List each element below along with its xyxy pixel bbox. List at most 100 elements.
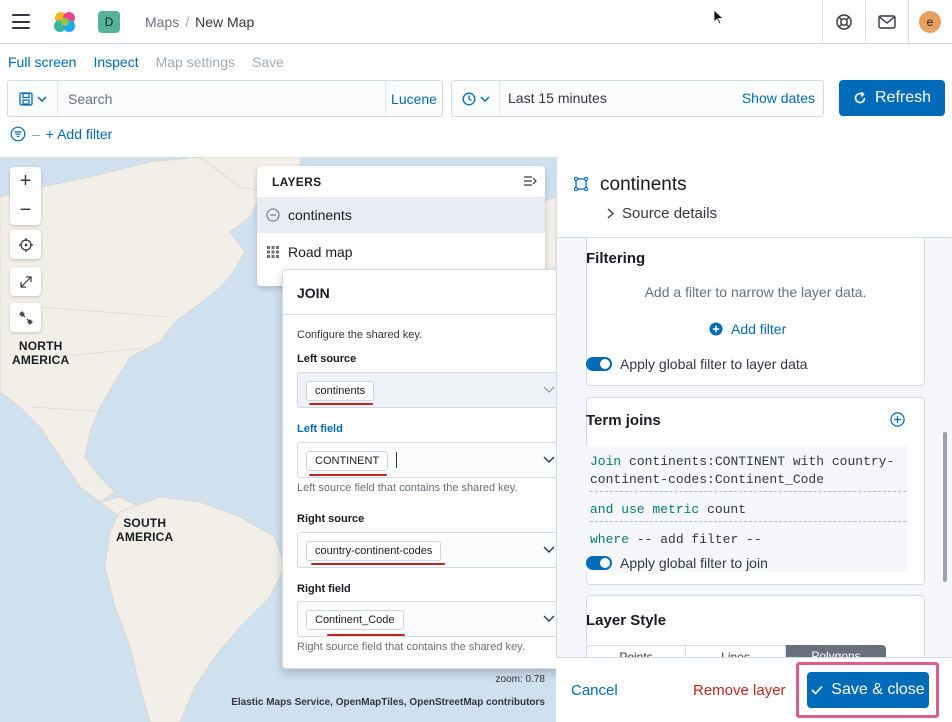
breadcrumb-separator: /: [185, 14, 190, 30]
right-source-label: Right source: [297, 513, 365, 525]
chevron-right-icon: [607, 208, 614, 219]
north-america-label: NORTH AMERICA: [12, 339, 70, 367]
where-value: -- add filter --: [636, 532, 762, 547]
chevron-down-icon: [543, 386, 555, 393]
elastic-logo-icon[interactable]: [52, 10, 78, 34]
date-picker: Last 15 minutes Show dates: [451, 80, 824, 117]
draw-tools-button[interactable]: [10, 303, 41, 332]
right-source-pill: country-continent-codes: [306, 541, 442, 561]
breadcrumb: Maps / New Map: [145, 14, 254, 30]
minus-circle-icon[interactable]: [266, 208, 280, 222]
south-america-label: SOUTH AMERICA: [116, 516, 174, 544]
filtering-help: Add a filter to narrow the layer data.: [644, 284, 867, 300]
grid-icon[interactable]: [266, 245, 280, 259]
global-filter-label: Apply global filter to layer data: [620, 356, 808, 372]
metric-value: count: [707, 502, 747, 517]
space-avatar[interactable]: D: [98, 11, 120, 33]
left-source-label: Left source: [297, 353, 357, 365]
inspect-link[interactable]: Inspect: [93, 54, 138, 70]
crosshair-icon: [18, 237, 33, 252]
where-line[interactable]: where -- add filter --: [590, 532, 762, 547]
layer-item-road-map[interactable]: Road map: [257, 234, 545, 270]
locate-control: [10, 230, 41, 259]
add-join-icon[interactable]: [890, 412, 905, 427]
zoom-out-button[interactable]: −: [10, 196, 41, 225]
remove-layer-button[interactable]: Remove layer: [693, 682, 786, 699]
saved-query-button[interactable]: [8, 81, 58, 116]
join-global-filter-toggle[interactable]: [586, 556, 612, 570]
save-link[interactable]: Save: [252, 54, 284, 70]
global-filter-toggle[interactable]: [586, 357, 612, 371]
layer-label: Road map: [288, 244, 353, 260]
panel-scrollbar[interactable]: [943, 432, 947, 582]
layer-item-continents[interactable]: continents: [257, 197, 545, 233]
annotation-underline: [311, 563, 445, 565]
query-language-button[interactable]: Lucene: [385, 81, 442, 116]
annotation-underline: [327, 634, 405, 636]
zoom-in-button[interactable]: +: [10, 167, 41, 196]
join-line[interactable]: Join continents:CONTINENT with country- …: [590, 453, 906, 492]
join-global-filter-label: Apply global filter to join: [620, 555, 768, 571]
join-text-1: continents:CONTINENT with country-: [629, 454, 895, 469]
quick-select-button[interactable]: [452, 81, 500, 116]
source-details-toggle[interactable]: Source details: [607, 205, 717, 222]
chevron-down-icon: [36, 95, 47, 102]
refresh-button[interactable]: Refresh: [839, 80, 945, 116]
global-filter-switch-row[interactable]: Apply global filter to layer data: [586, 356, 808, 372]
map-settings-link[interactable]: Map settings: [156, 54, 235, 70]
header-divider: [822, 0, 823, 44]
save-close-label: Save & close: [831, 681, 925, 698]
term-joins-title: Term joins: [586, 412, 661, 429]
filter-bar: – + Add filter: [10, 126, 112, 142]
date-range-text[interactable]: Last 15 minutes: [508, 90, 607, 106]
text-caret: [396, 452, 397, 468]
layer-label: continents: [288, 207, 352, 223]
zoom-controls: + −: [10, 167, 41, 225]
collapse-panel-icon[interactable]: [523, 175, 537, 187]
map-top-nav: Full screen Inspect Map settings Save: [8, 54, 284, 70]
filtering-title: Filtering: [586, 250, 646, 267]
right-field-label: Right field: [297, 583, 351, 595]
add-filter-link[interactable]: + Add filter: [46, 126, 113, 142]
save-close-button[interactable]: Save & close: [807, 672, 929, 708]
layer-title: continents: [600, 174, 687, 195]
right-field-select[interactable]: Continent_Code: [297, 601, 568, 637]
join-global-filter-row[interactable]: Apply global filter to join: [586, 555, 768, 571]
chevron-down-icon: [479, 95, 490, 102]
where-keyword: where: [590, 532, 630, 547]
left-source-pill: continents: [306, 381, 375, 401]
add-filter-button[interactable]: Add filter: [709, 321, 786, 337]
left-field-pill: CONTINENT: [306, 451, 389, 471]
breadcrumb-maps[interactable]: Maps: [145, 14, 179, 30]
refresh-icon: [854, 91, 866, 104]
check-icon: [811, 685, 823, 695]
left-field-select[interactable]: CONTINENT: [297, 442, 568, 478]
full-screen-link[interactable]: Full screen: [8, 54, 76, 70]
user-avatar[interactable]: e: [919, 11, 941, 33]
source-details-label: Source details: [622, 205, 718, 222]
layer-style-title: Layer Style: [586, 612, 667, 629]
newsfeed-icon[interactable]: [877, 12, 897, 32]
search-input[interactable]: [58, 81, 385, 116]
map-attribution[interactable]: Elastic Maps Service, OpenMapTiles, Open…: [231, 697, 545, 708]
expand-map-button[interactable]: [10, 267, 41, 296]
filter-options-icon[interactable]: [10, 126, 26, 142]
help-icon[interactable]: [834, 12, 854, 32]
chevron-down-icon: [543, 615, 555, 622]
left-field-help: Left source field that contains the shar…: [297, 482, 518, 494]
join-popover: JOIN Configure the shared key. Left sour…: [282, 269, 581, 669]
join-expression[interactable]: Join continents:CONTINENT with country- …: [586, 446, 908, 572]
show-dates-link[interactable]: Show dates: [742, 90, 815, 106]
filter-divider: –: [32, 126, 40, 142]
header-divider: [865, 0, 866, 44]
header-divider: [908, 0, 909, 44]
tools-control: [10, 303, 41, 332]
cancel-button[interactable]: Cancel: [571, 682, 618, 699]
set-view-button[interactable]: [10, 230, 41, 259]
mouse-cursor-icon: [713, 9, 725, 25]
menu-icon[interactable]: [12, 14, 30, 29]
plus-circle-icon: [709, 322, 723, 336]
clock-icon: [462, 92, 475, 105]
metric-line[interactable]: and use metric count: [590, 502, 906, 522]
right-field-help: Right source field that contains the sha…: [297, 641, 525, 653]
